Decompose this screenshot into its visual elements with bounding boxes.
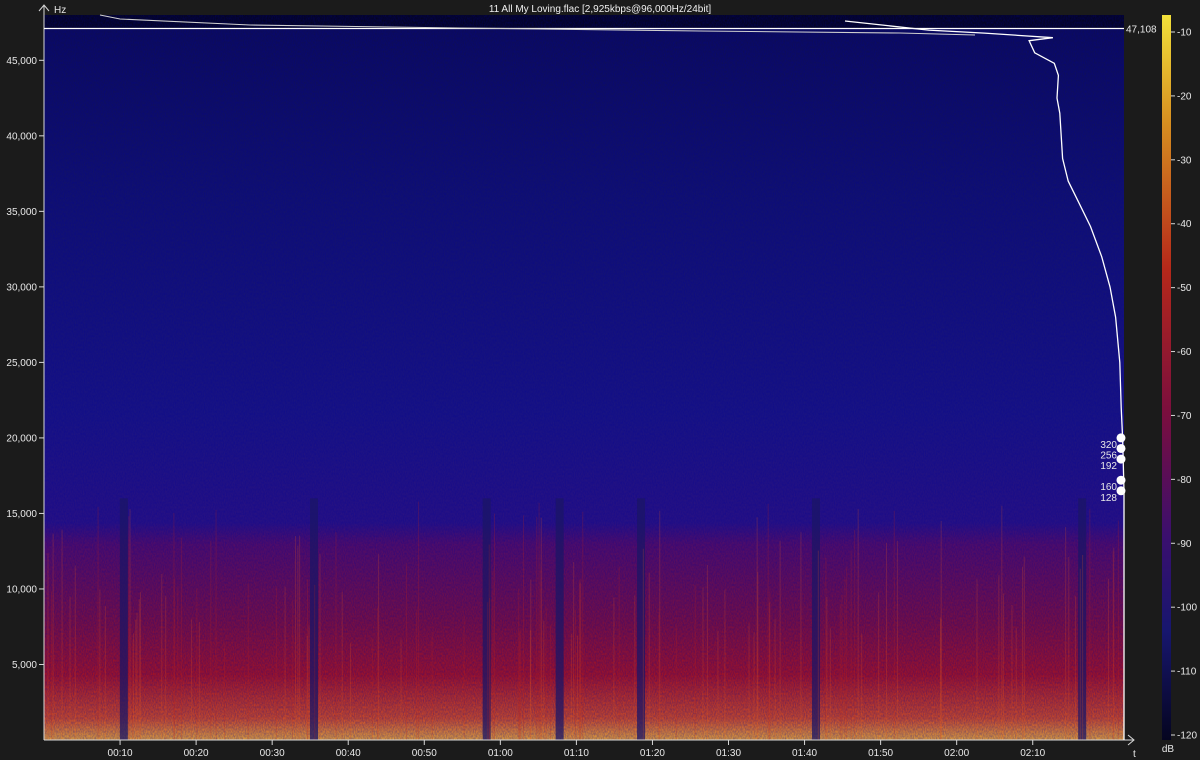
y-tick-label: 25,000: [6, 358, 37, 369]
bitrate-marker-dot: [1116, 475, 1126, 485]
x-tick-label: 01:50: [868, 748, 893, 759]
x-tick-label: 00:40: [336, 748, 361, 759]
bitrate-marker-label: 160: [1100, 482, 1117, 493]
y-tick-label: 10,000: [6, 584, 37, 595]
colorbar-gradient: [1162, 15, 1171, 740]
spectrogram-chart: 11 All My Loving.flac [2,925kbps@96,000H…: [6, 4, 1197, 760]
x-tick-label: 01:00: [488, 748, 513, 759]
x-tick-label: 01:30: [716, 748, 741, 759]
colorbar-tick-label: -120: [1177, 731, 1197, 742]
x-tick-label: 00:20: [184, 748, 209, 759]
colorbar-tick-label: -90: [1177, 539, 1192, 550]
colorbar-tick-label: -30: [1177, 155, 1192, 166]
colorbar-tick-label: -110: [1177, 667, 1197, 678]
bitrate-marker-dot: [1116, 454, 1126, 464]
x-tick-label: 01:40: [792, 748, 817, 759]
x-tick-label: 01:20: [640, 748, 665, 759]
y-tick-label: 45,000: [6, 56, 37, 67]
y-tick-label: 35,000: [6, 207, 37, 218]
y-tick-label: 15,000: [6, 509, 37, 520]
bitrate-marker-label: 320: [1100, 440, 1117, 451]
quiet-moment: [555, 498, 564, 740]
colorbar: -10-20-30-40-50-60-70-80-90-100-110-120 …: [1162, 15, 1197, 755]
x-tick-label: 02:10: [1020, 748, 1045, 759]
bitrate-marker-label: 192: [1100, 461, 1117, 472]
plot-area: [44, 15, 1124, 740]
bitrate-marker-label: 256: [1100, 450, 1117, 461]
quiet-moment: [637, 498, 646, 740]
x-tick-label: 00:10: [108, 748, 133, 759]
cutoff-label: 47,108: [1126, 24, 1157, 35]
x-tick-label: 00:50: [412, 748, 437, 759]
y-tick-label: 30,000: [6, 282, 37, 293]
y-tick-label: 40,000: [6, 131, 37, 142]
colorbar-tick-label: -10: [1177, 28, 1192, 39]
colorbar-tick-label: -40: [1177, 219, 1192, 230]
colorbar-tick-label: -70: [1177, 411, 1192, 422]
chart-title: 11 All My Loving.flac [2,925kbps@96,000H…: [489, 4, 712, 15]
spectrogram-grain: [44, 15, 1124, 740]
quiet-moment: [310, 498, 318, 740]
colorbar-tick-label: -60: [1177, 347, 1192, 358]
colorbar-tick-label: -100: [1177, 603, 1197, 614]
colorbar-tick-label: -20: [1177, 91, 1192, 102]
x-tick-label: 00:30: [260, 748, 285, 759]
bitrate-marker-dot: [1116, 433, 1126, 443]
colorbar-tick-label: -80: [1177, 475, 1192, 486]
y-ticks: 5,000 10,000 15,000 20,000 25,000 30,000 35,00…: [6, 56, 44, 671]
quiet-moment: [119, 498, 128, 740]
x-axis-label: t: [1133, 749, 1136, 760]
y-axis-label: Hz: [54, 5, 66, 16]
x-ticks: 00:10 00:20 00:30 00:40 00:50 01:00 01:10 01:20…: [108, 740, 1046, 759]
x-tick-label: 01:10: [564, 748, 589, 759]
colorbar-label: dB: [1162, 744, 1175, 755]
bitrate-marker-label: 128: [1100, 493, 1117, 504]
y-tick-label: 5,000: [12, 660, 37, 671]
colorbar-ticks: -10 -20 -30 -40 -50 -60 -70 -80 -90 -100 -110 -120: [1171, 28, 1197, 742]
y-tick-label: 20,000: [6, 433, 37, 444]
x-tick-label: 02:00: [944, 748, 969, 759]
bitrate-marker-dot: [1116, 443, 1126, 453]
colorbar-tick-label: -50: [1177, 283, 1192, 294]
bitrate-marker-dot: [1116, 486, 1126, 496]
